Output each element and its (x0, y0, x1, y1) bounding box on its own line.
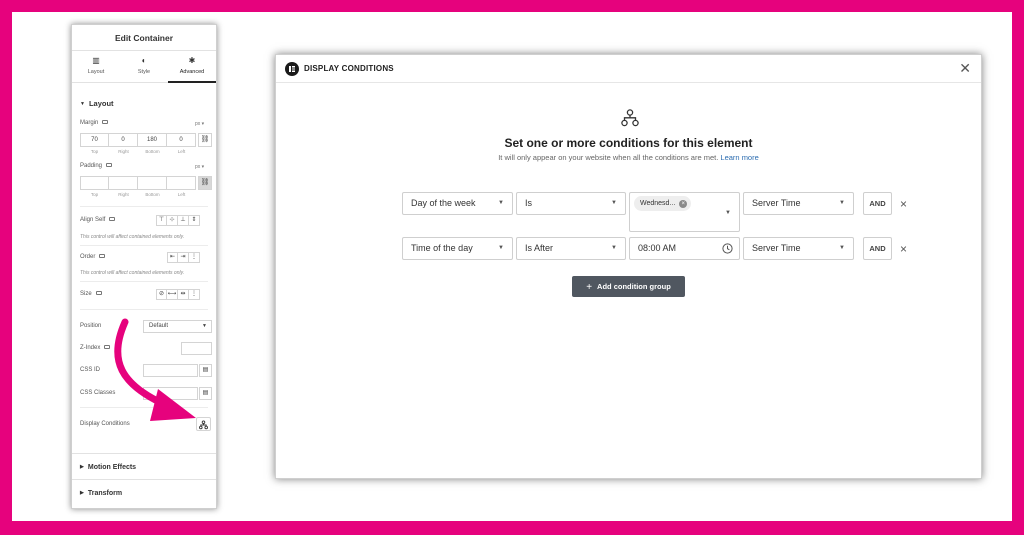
add-condition-group-label: Add condition group (597, 282, 671, 291)
condition-operator-select[interactable]: Is ▼ (516, 192, 626, 215)
sitemap-icon (621, 109, 639, 127)
modal-header: DISPLAY CONDITIONS ✕ (276, 55, 981, 83)
condition-value-multiselect[interactable]: Wednesd... × ▼ (629, 192, 740, 232)
add-condition-group-button[interactable]: + Add condition group (572, 276, 685, 297)
and-button[interactable]: AND (863, 192, 892, 215)
condition-field-select[interactable]: Day of the week ▼ (402, 192, 513, 215)
condition-operator-value: Is (525, 198, 533, 208)
condition-field-value: Time of the day (411, 243, 473, 253)
time-source-value: Server Time (752, 198, 801, 208)
selected-day-label: Wednesd... (640, 200, 676, 207)
chevron-down-icon: ▼ (839, 245, 845, 251)
chevron-down-icon: ▼ (839, 200, 845, 206)
time-source-value: Server Time (752, 243, 801, 253)
time-value-input[interactable]: 08:00 AM (629, 237, 740, 260)
modal-subtext: It will only appear on your website when… (276, 153, 981, 162)
condition-field-value: Day of the week (411, 198, 476, 208)
chevron-down-icon: ▼ (498, 200, 504, 206)
clock-icon (722, 243, 733, 254)
remove-condition-icon[interactable]: × (900, 243, 907, 255)
modal-subtext-text: It will only appear on your website when… (498, 153, 719, 162)
modal-title: DISPLAY CONDITIONS (304, 64, 394, 73)
elementor-logo-icon (285, 62, 299, 76)
remove-chip-icon[interactable]: × (679, 200, 688, 208)
chevron-down-icon: ▼ (725, 210, 731, 216)
close-icon[interactable]: ✕ (959, 60, 971, 76)
chevron-down-icon: ▼ (611, 200, 617, 206)
and-button[interactable]: AND (863, 237, 892, 260)
time-source-select[interactable]: Server Time ▼ (743, 192, 854, 215)
chevron-down-icon: ▼ (498, 245, 504, 251)
chevron-down-icon: ▼ (611, 245, 617, 251)
time-source-select[interactable]: Server Time ▼ (743, 237, 854, 260)
condition-operator-value: Is After (525, 243, 554, 253)
plus-icon: + (586, 282, 593, 293)
condition-field-select[interactable]: Time of the day ▼ (402, 237, 513, 260)
remove-condition-icon[interactable]: × (900, 198, 907, 210)
learn-more-link[interactable]: Learn more (720, 153, 758, 162)
modal-heading: Set one or more conditions for this elem… (504, 136, 753, 150)
selected-day-chip: Wednesd... × (634, 196, 692, 211)
condition-operator-select[interactable]: Is After ▼ (516, 237, 626, 260)
display-conditions-modal: DISPLAY CONDITIONS ✕ Set one or more con… (275, 54, 982, 479)
time-value: 08:00 AM (638, 243, 677, 253)
